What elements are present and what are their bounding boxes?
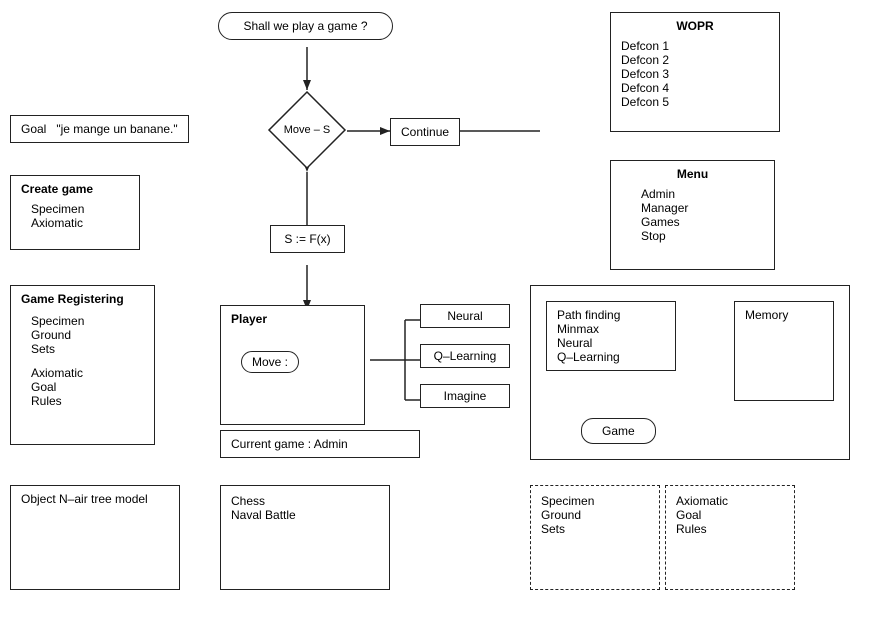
gr-sets: Sets	[31, 342, 144, 356]
svg-text:Move – S: Move – S	[284, 124, 330, 136]
move-label: Move :	[252, 355, 288, 369]
wopr-title: WOPR	[621, 19, 769, 33]
path-finding-box: Path finding Minmax Neural Q–Learning	[546, 301, 676, 371]
agr-axiomatic: Axiomatic	[676, 494, 784, 508]
menu-admin: Admin	[641, 187, 764, 201]
gr-rules: Rules	[31, 394, 144, 408]
menu-box: Menu Admin Manager Games Stop	[610, 160, 775, 270]
start-label: Shall we play a game ?	[243, 19, 367, 33]
move-button[interactable]: Move :	[241, 351, 299, 373]
q-learning-box[interactable]: Q–Learning	[420, 344, 510, 368]
menu-games: Games	[641, 215, 764, 229]
memory-box: Memory	[734, 301, 834, 401]
start-box: Shall we play a game ?	[218, 12, 393, 40]
wopr-item-1: Defcon 1	[621, 39, 769, 53]
gr-goal: Goal	[31, 380, 144, 394]
pf-qlearning: Q–Learning	[557, 350, 665, 364]
current-game-box: Current game : Admin	[220, 430, 420, 458]
agr-rules: Rules	[676, 522, 784, 536]
create-game-box: Create game Specimen Axiomatic	[10, 175, 140, 250]
games-list-box: Chess Naval Battle	[220, 485, 390, 590]
imagine-box[interactable]: Imagine	[420, 384, 510, 408]
continue-label: Continue	[401, 125, 449, 139]
sgs-ground: Ground	[541, 508, 649, 522]
continue-box: Continue	[390, 118, 460, 146]
pf-pathfinding: Path finding	[557, 308, 665, 322]
goal-label: Goal	[21, 122, 56, 136]
game-button-label: Game	[602, 424, 635, 438]
wopr-item-3: Defcon 3	[621, 67, 769, 81]
sfx-label: S := F(x)	[284, 232, 330, 246]
memory-label: Memory	[745, 308, 788, 322]
sfx-box: S := F(x)	[270, 225, 345, 253]
gr-axiomatic: Axiomatic	[31, 366, 144, 380]
move-s-diamond: Move – S	[267, 90, 347, 170]
axiomatic-goal-rules-box: Axiomatic Goal Rules	[665, 485, 795, 590]
menu-manager: Manager	[641, 201, 764, 215]
imagine-label: Imagine	[444, 389, 487, 403]
create-axiomatic: Axiomatic	[31, 216, 129, 230]
game-registering-box: Game Registering Specimen Ground Sets Ax…	[10, 285, 155, 445]
pf-neural: Neural	[557, 336, 665, 350]
game-registering-title: Game Registering	[21, 292, 144, 306]
gr-specimen: Specimen	[31, 314, 144, 328]
menu-title: Menu	[621, 167, 764, 181]
gr-ground: Ground	[31, 328, 144, 342]
games-naval: Naval Battle	[231, 508, 379, 522]
diagram: Shall we play a game ? Move – S Continue…	[0, 0, 876, 630]
object-box: Object N–air tree model	[10, 485, 180, 590]
player-title: Player	[231, 312, 354, 326]
object-title: Object N–air tree model	[21, 492, 169, 506]
pf-minmax: Minmax	[557, 322, 665, 336]
specimen-ground-sets-box: Specimen Ground Sets	[530, 485, 660, 590]
wopr-item-5: Defcon 5	[621, 95, 769, 109]
games-chess: Chess	[231, 494, 379, 508]
goal-box: Goal "je mange un banane."	[10, 115, 189, 143]
goal-value: "je mange un banane."	[56, 122, 177, 136]
neural-label: Neural	[447, 309, 482, 323]
path-finding-area: Path finding Minmax Neural Q–Learning Me…	[530, 285, 850, 460]
player-box: Player Move :	[220, 305, 365, 425]
wopr-box: WOPR Defcon 1 Defcon 2 Defcon 3 Defcon 4…	[610, 12, 780, 132]
sgs-specimen: Specimen	[541, 494, 649, 508]
wopr-item-4: Defcon 4	[621, 81, 769, 95]
wopr-item-2: Defcon 2	[621, 53, 769, 67]
current-game-label: Current game : Admin	[231, 437, 348, 451]
game-button[interactable]: Game	[581, 418, 656, 444]
create-game-title: Create game	[21, 182, 129, 196]
create-specimen: Specimen	[31, 202, 129, 216]
neural-box[interactable]: Neural	[420, 304, 510, 328]
sgs-sets: Sets	[541, 522, 649, 536]
agr-goal: Goal	[676, 508, 784, 522]
menu-stop: Stop	[641, 229, 764, 243]
q-learning-label: Q–Learning	[434, 349, 497, 363]
